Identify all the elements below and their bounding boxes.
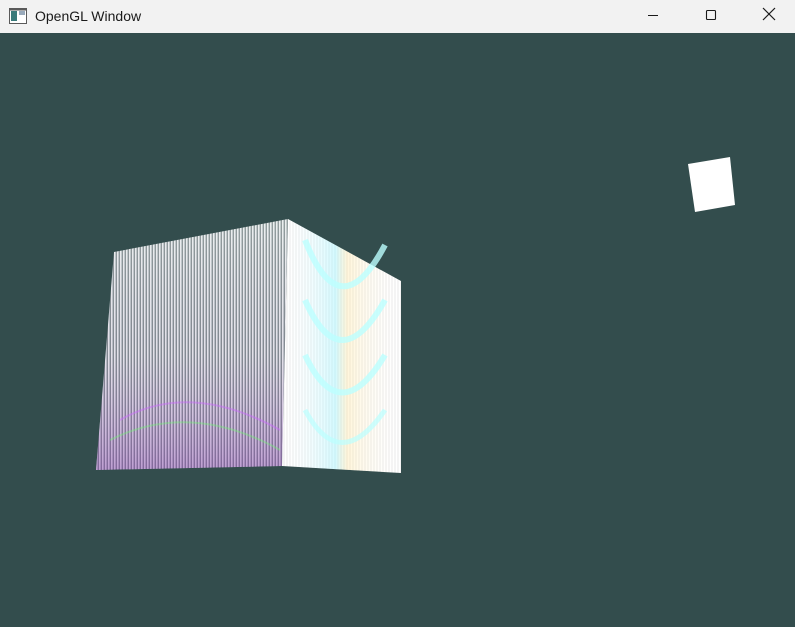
- light-source-cube: [688, 157, 735, 212]
- window-title: OpenGL Window: [35, 8, 142, 24]
- title-bar[interactable]: OpenGL Window: [0, 0, 795, 33]
- scene-canvas: [96, 157, 735, 473]
- render-viewport[interactable]: [0, 33, 795, 627]
- close-button[interactable]: [740, 0, 795, 33]
- window-app-icon: [9, 8, 27, 24]
- minimize-button[interactable]: [624, 0, 682, 33]
- minimize-icon: [647, 8, 659, 26]
- close-icon: [762, 7, 776, 26]
- opengl-window: OpenGL Window: [0, 0, 795, 627]
- textured-cube: [96, 219, 401, 473]
- maximize-button[interactable]: [682, 0, 740, 33]
- maximize-icon: [705, 8, 717, 26]
